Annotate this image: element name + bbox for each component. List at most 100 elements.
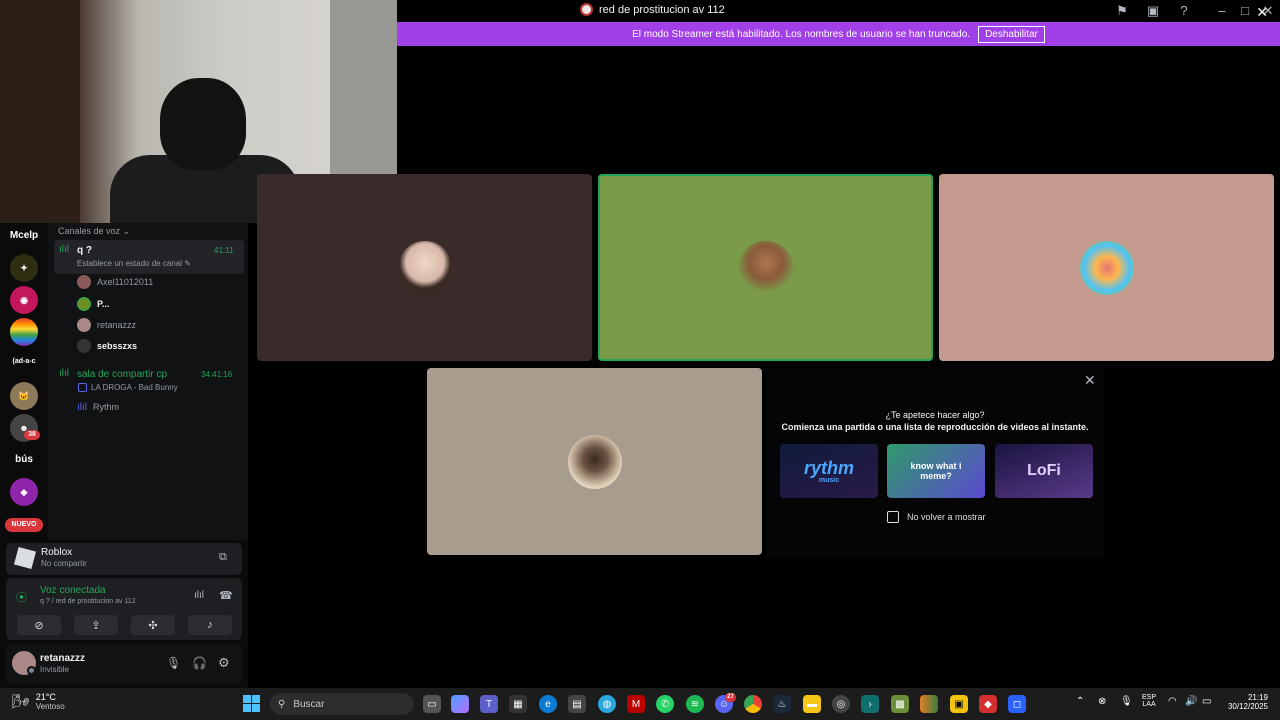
channel-status-prompt[interactable]: Establece un estado de canal ✎ bbox=[77, 259, 191, 268]
screen-icon[interactable]: ▣ bbox=[1145, 3, 1161, 19]
microphone-tray-icon[interactable]: 🎙 bbox=[1120, 696, 1133, 707]
streamer-mode-banner: El modo Streamer está habilitado. Los no… bbox=[397, 22, 1280, 46]
video-tile-speaking[interactable] bbox=[598, 174, 933, 361]
voice-category-header[interactable]: Canales de voz ⌄ bbox=[58, 226, 130, 237]
noise-suppression-icon[interactable]: ılıl bbox=[194, 590, 204, 601]
app-icon[interactable]: ◻ bbox=[1008, 695, 1026, 713]
copilot-icon[interactable] bbox=[451, 695, 469, 713]
search-icon: ⚲ bbox=[278, 698, 286, 710]
server-cat-icon[interactable]: 🐱 bbox=[10, 382, 38, 410]
share-screen-button[interactable]: ⇪ bbox=[74, 615, 118, 635]
microphone-icon[interactable]: 🎙 bbox=[166, 656, 181, 670]
language-indicator[interactable]: ESP LAA bbox=[1142, 694, 1156, 708]
bot-wave-icon: ılıl bbox=[77, 401, 87, 413]
disconnect-icon[interactable]: ☎ bbox=[219, 589, 233, 602]
activity-game: Roblox bbox=[41, 547, 73, 558]
server-icon-3[interactable] bbox=[10, 318, 38, 346]
video-tile[interactable] bbox=[939, 174, 1274, 361]
video-tile[interactable] bbox=[257, 174, 592, 361]
inbox-icon[interactable]: ⚑ bbox=[1114, 3, 1130, 19]
status-indicator bbox=[27, 666, 36, 675]
minimize-icon[interactable]: – bbox=[1214, 3, 1230, 19]
soundboard-icon: ♪ bbox=[207, 619, 213, 631]
banner-close-icon[interactable]: ✕ bbox=[1256, 4, 1268, 21]
app-icon[interactable]: ◍ bbox=[598, 695, 616, 713]
store-icon[interactable]: ▤ bbox=[568, 695, 586, 713]
clock-time: 21:19 bbox=[1247, 693, 1268, 702]
activity-card-rythm[interactable]: rythm music bbox=[780, 444, 878, 498]
voice-channel-name-2[interactable]: sala de compartir cp bbox=[77, 369, 167, 380]
weather-desc: Ventoso bbox=[35, 702, 65, 711]
battery-icon[interactable]: ▭ bbox=[1202, 696, 1211, 707]
settings-icon[interactable]: ⚙ bbox=[218, 655, 230, 671]
help-icon[interactable]: ? bbox=[1176, 3, 1192, 19]
start-icon[interactable] bbox=[243, 695, 260, 712]
volume-icon[interactable]: 🔊 bbox=[1185, 696, 1197, 707]
voice-channel-timer-2: 34:41:16 bbox=[201, 370, 233, 379]
clock[interactable]: 21:19 30/12/2025 bbox=[1226, 693, 1268, 711]
voice-channel-name: q ? bbox=[77, 245, 92, 256]
voice-wave-icon: ılıl bbox=[59, 368, 69, 379]
app-icon[interactable]: ▦ bbox=[509, 695, 527, 713]
spotify-icon[interactable]: ≋ bbox=[686, 695, 704, 713]
server-icon bbox=[580, 3, 593, 16]
app-icon[interactable] bbox=[920, 695, 938, 713]
dont-show-label: No volver a mostrar bbox=[907, 512, 986, 522]
headphones-icon[interactable]: 🎧 bbox=[192, 656, 207, 670]
channel-activity: LA DROGA - Bad Bunny bbox=[78, 383, 178, 392]
voice-member[interactable]: retanazzz bbox=[77, 316, 136, 334]
activity-card-meme[interactable]: know what i meme? bbox=[887, 444, 985, 498]
voice-member[interactable]: P... bbox=[77, 295, 109, 313]
server-icon-1[interactable]: ✦ bbox=[10, 254, 38, 282]
card-title: LoFi bbox=[1027, 462, 1061, 479]
screen-share-icon[interactable]: ⧉ bbox=[219, 551, 227, 564]
minecraft-icon[interactable]: ▩ bbox=[891, 695, 909, 713]
server-mcelp[interactable]: Mcelp bbox=[4, 230, 44, 241]
voice-member[interactable]: ılıl Rythm bbox=[77, 398, 119, 416]
weather-widget[interactable]: 🌬 21°C Ventoso bbox=[12, 692, 65, 711]
teams-icon[interactable]: T bbox=[480, 695, 498, 713]
activity-sub: No compartir bbox=[41, 559, 87, 568]
network-off-icon[interactable]: ⊗ bbox=[1098, 696, 1106, 707]
server-icon-2[interactable]: ◉ bbox=[10, 286, 38, 314]
roblox-app-icon[interactable]: ◆ bbox=[979, 695, 997, 713]
app-icon[interactable]: ◎ bbox=[832, 695, 850, 713]
server-bus[interactable]: bús bbox=[4, 454, 44, 465]
card-sub: music bbox=[818, 476, 840, 484]
show-hidden-icons[interactable]: ⌃ bbox=[1076, 696, 1084, 707]
voice-member[interactable]: Axel11012011 bbox=[77, 273, 153, 291]
avatar bbox=[77, 275, 91, 289]
voice-connected-label: Voz conectada bbox=[40, 585, 106, 596]
new-badge[interactable]: NUEVO bbox=[5, 518, 43, 532]
camera-off-button[interactable]: ⊘ bbox=[17, 615, 61, 635]
card-title: rythm bbox=[803, 457, 854, 478]
disable-streamer-button[interactable]: Deshabilitar bbox=[978, 25, 1045, 43]
signal-icon[interactable]: ⦿ bbox=[16, 589, 27, 605]
activity-card-lofi[interactable]: LoFi bbox=[995, 444, 1093, 498]
edge-icon[interactable]: e bbox=[539, 695, 557, 713]
username[interactable]: retanazzz bbox=[40, 653, 85, 664]
soundboard-button[interactable]: ♪ bbox=[188, 615, 232, 635]
voice-member[interactable]: sebsszxs bbox=[77, 337, 137, 355]
server-icon-8[interactable]: ◈ bbox=[10, 478, 38, 506]
close-icon[interactable]: ✕ bbox=[1084, 372, 1096, 389]
voice-channel-path[interactable]: q ? / red de prostitucion av 112 bbox=[40, 598, 136, 605]
server-ad[interactable]: (ad-a-c bbox=[4, 358, 44, 365]
app-icon[interactable]: ▣ bbox=[950, 695, 968, 713]
taskbar-search[interactable]: ⚲ Buscar bbox=[270, 693, 414, 715]
member-name: Rythm bbox=[93, 402, 120, 412]
wifi-icon[interactable]: ◠ bbox=[1168, 696, 1177, 707]
banner-text: El modo Streamer está habilitado. Los no… bbox=[632, 28, 971, 40]
task-view-icon[interactable]: ▭ bbox=[423, 695, 441, 713]
avatar bbox=[77, 318, 91, 332]
mcafee-icon[interactable]: M bbox=[627, 695, 645, 713]
dont-show-checkbox[interactable] bbox=[887, 511, 899, 523]
video-tile[interactable] bbox=[427, 368, 762, 555]
activities-button[interactable]: ✣ bbox=[131, 615, 175, 635]
file-explorer-icon[interactable]: ▬ bbox=[803, 695, 821, 713]
steam-icon[interactable]: ♨ bbox=[773, 695, 791, 713]
terminal-icon[interactable]: › bbox=[861, 695, 879, 713]
whatsapp-icon[interactable]: ✆ bbox=[656, 695, 674, 713]
maximize-icon[interactable]: □ bbox=[1237, 3, 1253, 19]
chrome-icon[interactable] bbox=[744, 695, 762, 713]
